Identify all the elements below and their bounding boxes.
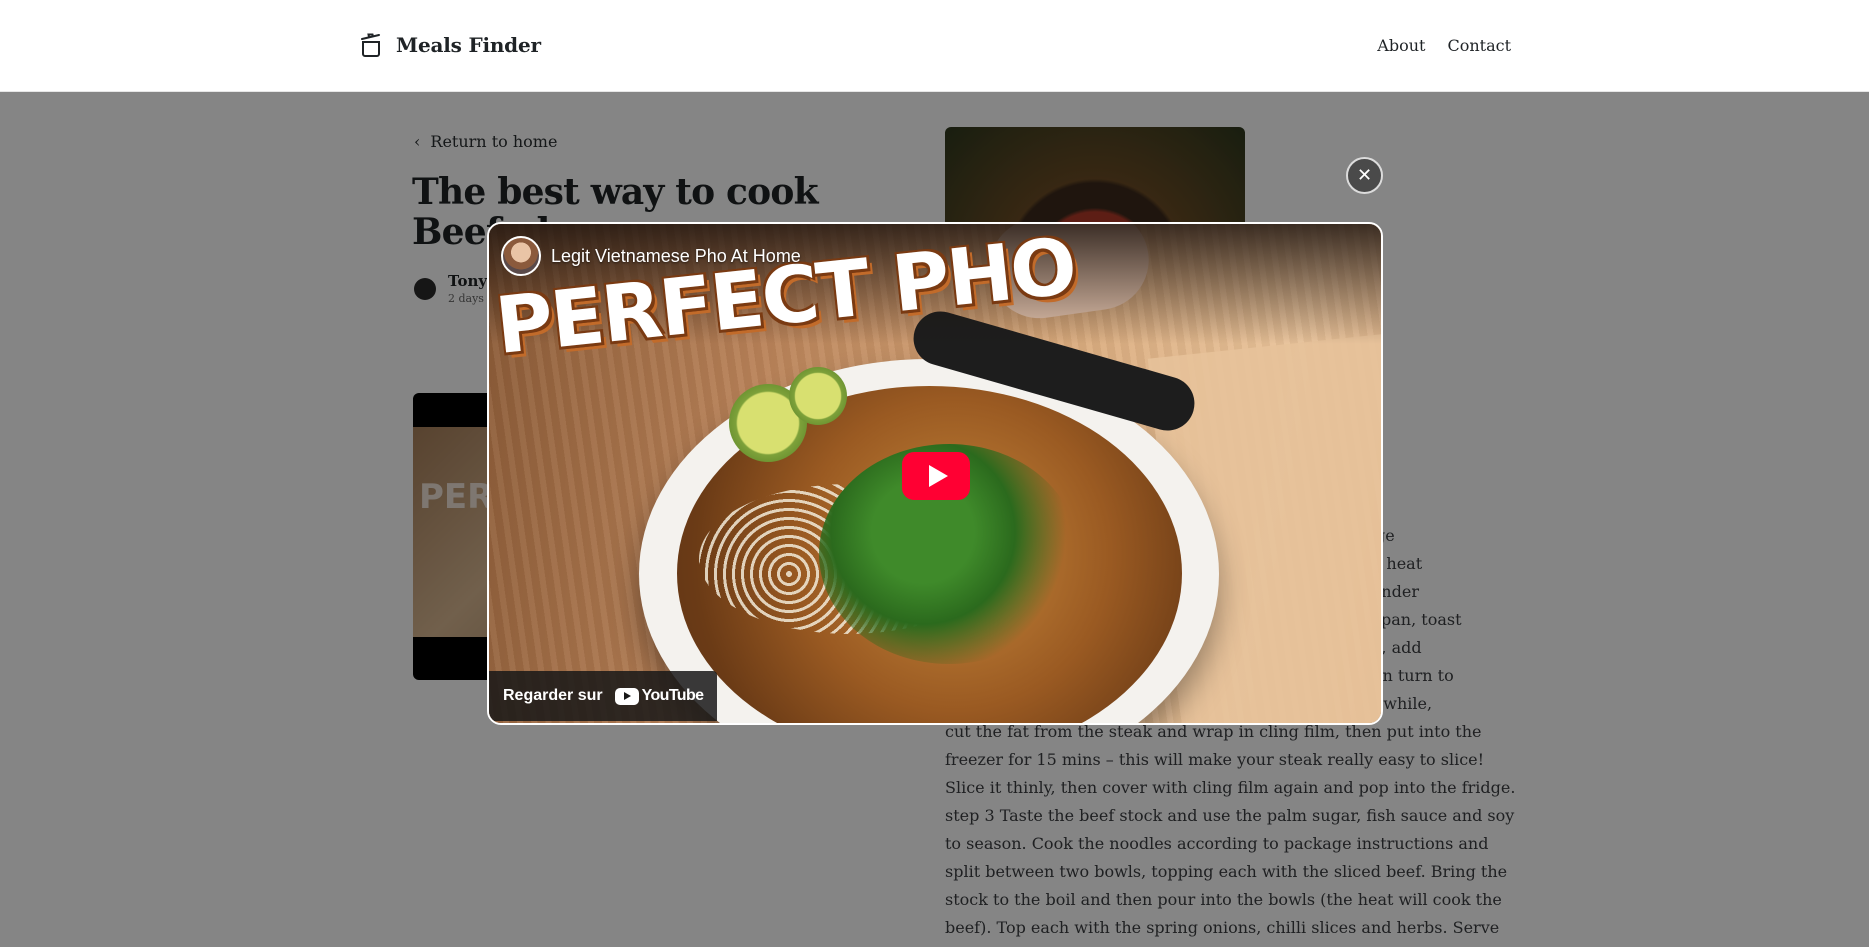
video-title-bar[interactable]: Legit Vietnamese Pho At Home: [501, 236, 801, 276]
youtube-wordmark: YouTube: [641, 687, 704, 704]
youtube-player[interactable]: PERFECT PHO Legit Vietnamese Pho At Home…: [489, 224, 1381, 723]
main-nav: About Contact: [1377, 36, 1511, 55]
watch-on-label: Regarder sur: [503, 687, 603, 704]
channel-avatar[interactable]: [501, 236, 541, 276]
watch-on-youtube-button[interactable]: Regarder sur YouTube: [489, 671, 718, 721]
youtube-logo: YouTube: [614, 687, 704, 705]
video-modal: PERFECT PHO Legit Vietnamese Pho At Home…: [487, 222, 1383, 725]
youtube-icon: [614, 687, 639, 705]
nav-contact-link[interactable]: Contact: [1447, 36, 1511, 55]
brand-name: Meals Finder: [396, 33, 541, 57]
play-button[interactable]: [902, 452, 970, 500]
video-title[interactable]: Legit Vietnamese Pho At Home: [551, 246, 801, 267]
play-icon: [928, 465, 948, 487]
cooking-pot-icon: [361, 33, 380, 57]
close-icon: ✕: [1356, 164, 1373, 186]
brand[interactable]: Meals Finder: [360, 32, 541, 58]
site-header: Meals Finder About Contact: [0, 0, 1869, 92]
nav-about-link[interactable]: About: [1377, 36, 1425, 55]
close-modal-button[interactable]: ✕: [1346, 157, 1383, 194]
